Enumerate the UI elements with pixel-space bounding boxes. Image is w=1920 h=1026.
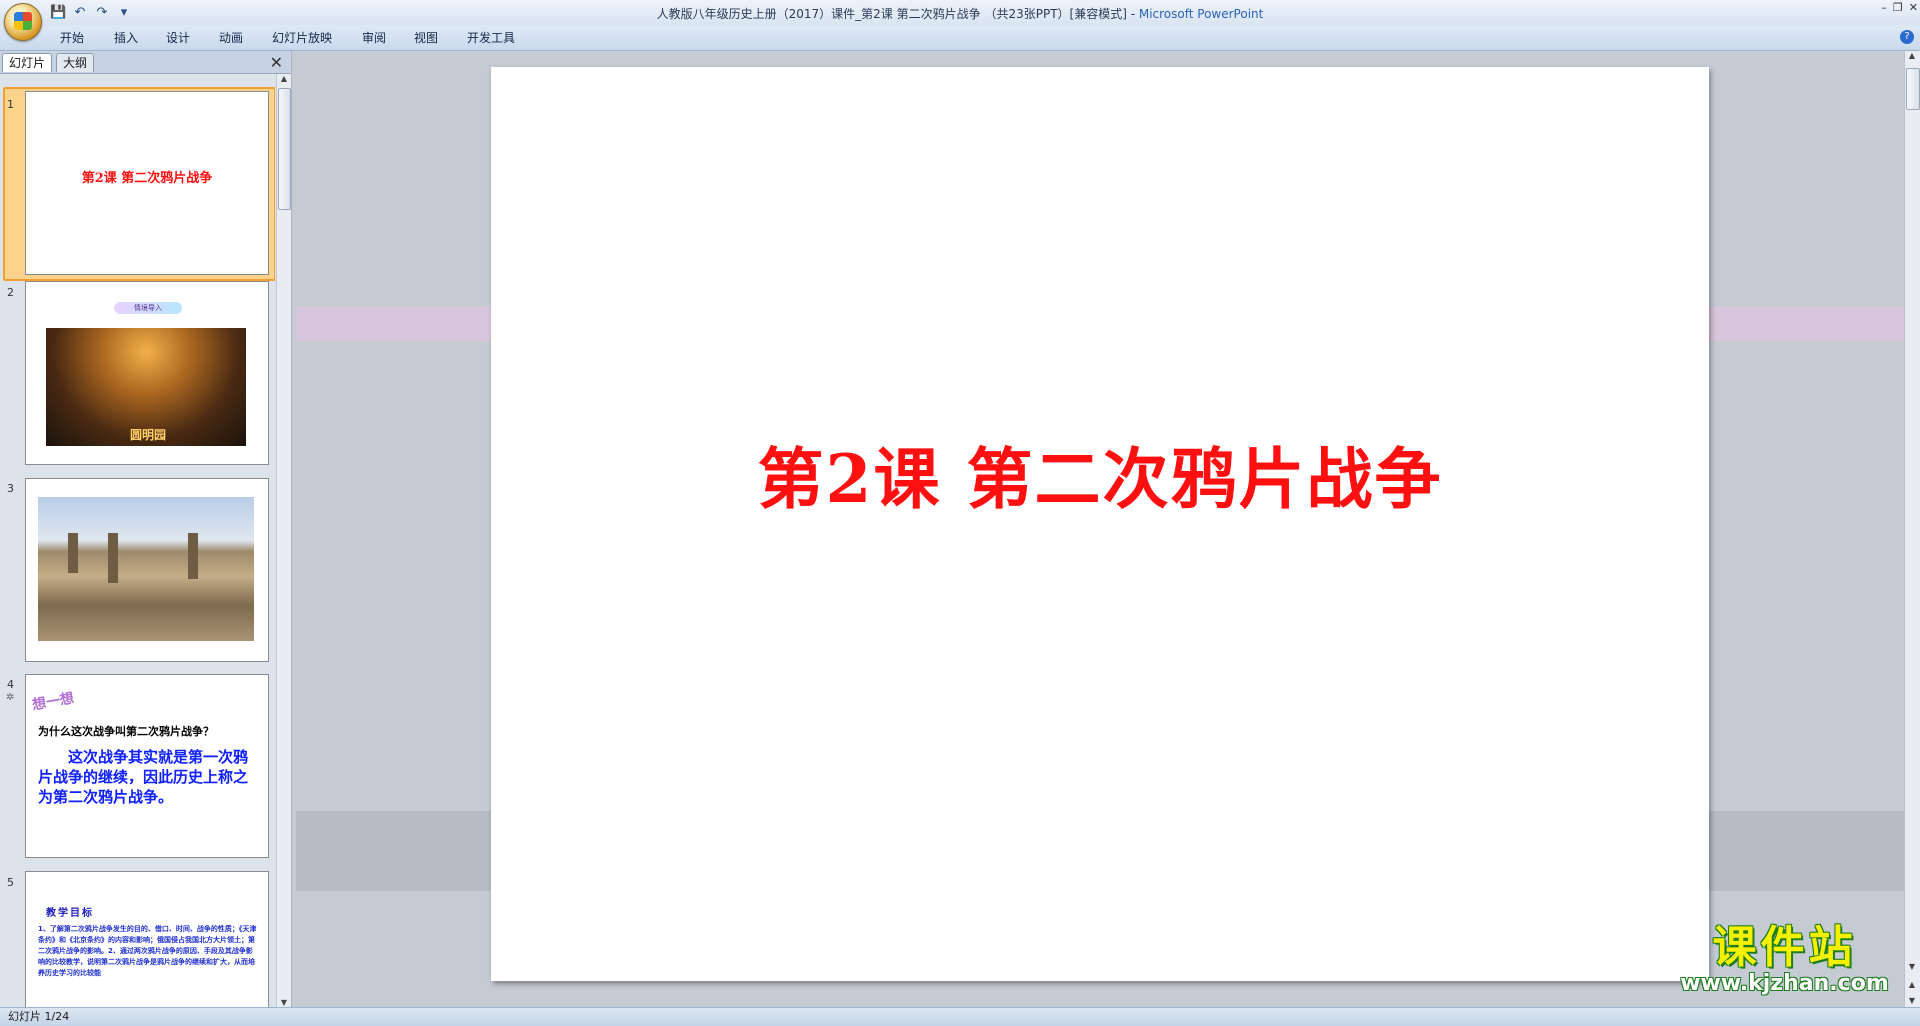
title-bar: 💾 ↶ ↷ ▾ 人教版八年级历史上册（2017）课件_第2课 第二次鸦片战争 （…	[0, 0, 1920, 25]
previous-slide-icon[interactable]: ▲	[1905, 980, 1919, 989]
restore-icon[interactable]: ❐	[1893, 1, 1903, 14]
thumb-question: 为什么这次战争叫第二次鸦片战争？	[38, 725, 214, 738]
help-icon[interactable]: ?	[1900, 30, 1914, 44]
thumb-number: 3	[7, 482, 14, 495]
scroll-up-icon[interactable]: ▲	[1905, 51, 1919, 60]
thumbnail-scrollbar[interactable]: ▲ ▼	[276, 74, 291, 1007]
thumb-number: 5	[7, 876, 14, 889]
current-slide[interactable]: 第2课 第二次鸦片战争	[491, 67, 1709, 981]
ruin-column	[188, 533, 198, 579]
slide-thumbnail-2[interactable]: 情境导入 圆明园	[25, 281, 269, 465]
ruin-column	[108, 533, 118, 583]
tab-slides[interactable]: 幻灯片	[2, 53, 53, 72]
tab-review[interactable]: 审阅	[362, 29, 386, 46]
thumb-photo-ruins: 圆明园	[46, 328, 246, 446]
slide-counter: 幻灯片 1/24	[8, 1010, 70, 1023]
slide-thumbnail-1[interactable]: 第2课 第二次鸦片战争	[25, 91, 269, 275]
next-slide-icon[interactable]: ▼	[1905, 996, 1919, 1005]
ruin-column	[68, 533, 78, 573]
pane-tabs: 幻灯片 大纲 ✕	[0, 51, 291, 74]
tab-developer[interactable]: 开发工具	[467, 29, 515, 46]
status-bar: 幻灯片 1/24	[0, 1007, 1920, 1026]
pane-close-icon[interactable]: ✕	[270, 53, 283, 72]
tab-slideshow[interactable]: 幻灯片放映	[272, 29, 332, 46]
watermark-name: 课件站	[1712, 922, 1857, 973]
scroll-up-icon[interactable]: ▲	[277, 74, 291, 83]
tab-insert[interactable]: 插入	[114, 29, 138, 46]
thumb-body: 1、了解第二次鸦片战争发生的目的、借口、时间、战争的性质；《天津条约》和《北京条…	[38, 925, 257, 977]
tab-outline[interactable]: 大纲	[56, 53, 95, 72]
thumb-number: 2	[7, 286, 14, 299]
minimize-icon[interactable]: –	[1881, 1, 1887, 14]
thumb-heading: 教学目标	[46, 908, 94, 919]
editor-scrollbar[interactable]: ▲ ▼ ▲ ▼	[1904, 51, 1920, 1007]
office-logo-icon	[14, 12, 32, 30]
slide-thumbnail-5[interactable]: 教学目标 1、了解第二次鸦片战争发生的目的、借口、时间、战争的性质；《天津条约》…	[25, 871, 269, 1007]
thumb-caption: 圆明园	[130, 428, 167, 442]
scroll-down-icon[interactable]: ▼	[277, 998, 291, 1007]
thumb-number: 4	[7, 678, 14, 691]
tab-home[interactable]: 开始	[60, 29, 84, 46]
close-icon[interactable]: ✕	[1909, 1, 1918, 14]
tab-view[interactable]: 视图	[414, 29, 438, 46]
window-title-text: 人教版八年级历史上册（2017）课件_第2课 第二次鸦片战争 （共23张PPT）…	[656, 7, 1139, 21]
slides-pane: 幻灯片 大纲 ✕ 1 第2课 第二次鸦片战争 2 情境导入 圆明园 3 4 ✲ …	[0, 51, 292, 1007]
thumbnail-list: 1 第2课 第二次鸦片战争 2 情境导入 圆明园 3 4 ✲ 想一想 为什么这次…	[0, 74, 275, 1007]
watermark-url: www.kjzhan.com	[1680, 971, 1889, 996]
slide-thumbnail-4[interactable]: 想一想 为什么这次战争叫第二次鸦片战争？ 这次战争其实就是第一次鸦片战争的继续，…	[25, 674, 269, 858]
office-button[interactable]	[4, 3, 42, 41]
app-name: Microsoft PowerPoint	[1138, 7, 1264, 21]
thumb-answer: 这次战争其实就是第一次鸦片战争的继续，因此历史上称之为第二次鸦片战争。	[38, 748, 249, 806]
thumb-number: 1	[7, 98, 14, 111]
slide-title[interactable]: 第2课 第二次鸦片战争	[491, 67, 1709, 981]
tab-animations[interactable]: 动画	[219, 29, 243, 46]
thumb-title: 第2课 第二次鸦片战争	[81, 171, 213, 186]
slide-editor: 第2课 第二次鸦片战争	[296, 51, 1904, 1007]
animation-star-icon: ✲	[6, 692, 15, 703]
scroll-down-icon[interactable]: ▼	[1905, 962, 1919, 971]
window-controls: – ❐ ✕	[1881, 1, 1918, 14]
window-title: 人教版八年级历史上册（2017）课件_第2课 第二次鸦片战争 （共23张PPT）…	[0, 5, 1920, 22]
scrollbar-thumb[interactable]	[1906, 68, 1920, 110]
thumb-think-label: 想一想	[31, 690, 76, 714]
slide-thumbnail-3[interactable]	[25, 478, 269, 662]
watermark-logo: 课件站 www.kjzhan.com	[1667, 923, 1902, 995]
thumb-photo-ruins	[38, 497, 254, 641]
ribbon-tabs: 开始 插入 设计 动画 幻灯片放映 审阅 视图 开发工具	[0, 25, 1920, 51]
scrollbar-thumb[interactable]	[278, 88, 291, 210]
thumb-banner: 情境导入	[114, 302, 182, 314]
tab-design[interactable]: 设计	[166, 29, 190, 46]
